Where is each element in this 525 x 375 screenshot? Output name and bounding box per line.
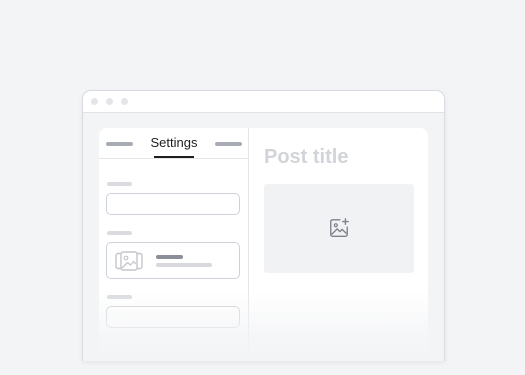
browser-window: Settings Post title [82, 90, 445, 361]
field-label-3 [107, 295, 132, 299]
app-content: Settings Post title [99, 128, 428, 358]
window-dot-minimize[interactable] [106, 98, 113, 105]
field-label-1 [107, 182, 132, 186]
image-placeholder[interactable] [264, 184, 414, 273]
image-plus-icon[interactable] [328, 217, 350, 239]
window-dot-close[interactable] [91, 98, 98, 105]
media-field[interactable] [106, 242, 240, 279]
window-dot-maximize[interactable] [121, 98, 128, 105]
text-field-2[interactable] [106, 306, 240, 328]
tab-right-placeholder[interactable] [215, 142, 242, 146]
gallery-icon [115, 251, 143, 271]
editor-panel: Post title [249, 128, 428, 358]
media-subtitle-placeholder [156, 263, 212, 267]
settings-panel: Settings [99, 128, 249, 358]
tab-left-placeholder[interactable] [106, 142, 133, 146]
text-field-1[interactable] [106, 193, 240, 215]
field-label-2 [107, 231, 132, 235]
settings-tabs: Settings [99, 128, 248, 159]
tab-settings[interactable]: Settings [145, 135, 203, 150]
tab-settings-underline [154, 156, 194, 158]
window-titlebar [83, 91, 444, 113]
media-title-placeholder [156, 255, 183, 259]
post-title-placeholder[interactable]: Post title [264, 146, 348, 169]
